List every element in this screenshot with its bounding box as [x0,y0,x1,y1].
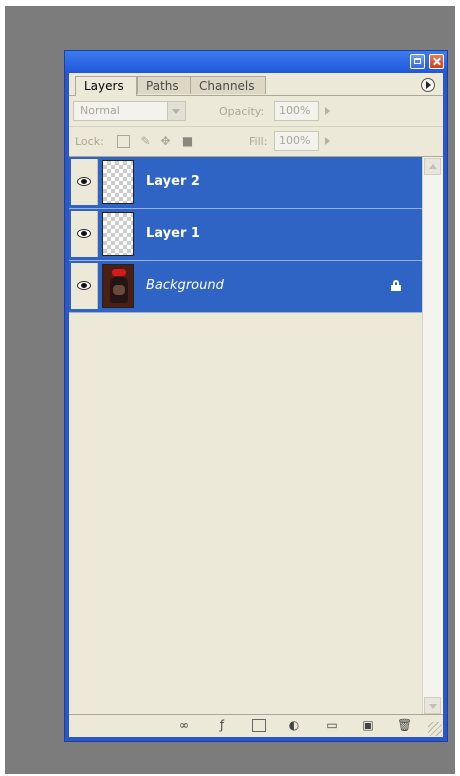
layer-name: Layer 2 [146,174,200,189]
minimize-icon[interactable] [410,54,425,69]
scroll-down-icon[interactable] [424,697,441,714]
new-group-icon[interactable]: ▭ [325,719,339,732]
layer-name: Layer 1 [146,226,200,241]
scroll-up-icon[interactable] [424,158,441,175]
fill-label: Fill: [249,135,268,148]
fill-input[interactable]: 100% [274,131,319,151]
resize-grip[interactable] [428,722,442,736]
tab-channels[interactable]: Channels [190,76,266,94]
lock-label: Lock: [75,135,104,148]
delete-layer-icon[interactable]: 🗑 [397,719,412,732]
eye-icon [77,229,91,238]
palette-body: Layers Paths Channels Normal Opacity: 10… [69,73,443,737]
fill-slider-arrow-icon[interactable] [321,132,335,150]
layer-thumbnail [102,160,134,204]
palette-bottom-toolbar: ∞ ƒ ◐ ▭ ▣ 🗑 [69,714,443,737]
layer-row-background[interactable]: Background [69,261,423,313]
layer-thumbnail-photo [102,264,134,308]
lock-all-icon[interactable]: ■ [181,135,194,148]
new-layer-icon[interactable]: ▣ [361,719,375,732]
tab-paths[interactable]: Paths [137,76,191,94]
visibility-toggle[interactable] [71,211,98,257]
opacity-input[interactable]: 100% [274,101,319,121]
photo-detail [113,285,125,295]
lock-position-move-icon[interactable]: ✥ [159,135,172,148]
tab-layers[interactable]: Layers [75,76,137,96]
close-icon[interactable] [429,54,444,69]
layer-style-icon[interactable]: ƒ [215,719,229,732]
opacity-slider-arrow-icon[interactable] [321,102,335,120]
palette-titlebar[interactable] [65,51,447,73]
blend-mode-select[interactable]: Normal [73,101,186,121]
layer-name: Background [146,278,224,293]
lock-icon [391,280,401,291]
layer-row-layer-2[interactable]: Layer 2 [69,157,423,209]
eye-icon [77,177,91,186]
blend-opacity-row: Normal Opacity: 100% [69,96,443,127]
layers-palette-window: Layers Paths Channels Normal Opacity: 10… [64,50,448,742]
layers-list: Layer 2 Layer 1 Background [69,157,423,715]
palette-tabs: Layers Paths Channels [69,73,443,96]
visibility-toggle[interactable] [71,159,98,205]
layer-mask-icon[interactable] [252,719,266,732]
palette-menu-icon[interactable] [421,78,435,92]
layer-thumbnail [102,212,134,256]
chevron-down-icon[interactable] [167,102,185,120]
layers-scrollbar[interactable] [422,157,443,715]
adjustment-layer-icon[interactable]: ◐ [287,719,301,732]
eye-icon [77,281,91,290]
layer-row-layer-1[interactable]: Layer 1 [69,209,423,261]
lock-fill-row: Lock: ✎ ✥ ■ Fill: 100% [69,127,443,157]
lock-paint-brush-icon[interactable]: ✎ [139,135,152,148]
lock-transparency-icon[interactable] [117,135,130,148]
blend-mode-value: Normal [80,104,120,117]
visibility-toggle[interactable] [71,263,98,309]
link-layers-icon[interactable]: ∞ [173,719,195,732]
opacity-label: Opacity: [219,105,265,118]
photo-detail [112,269,126,276]
